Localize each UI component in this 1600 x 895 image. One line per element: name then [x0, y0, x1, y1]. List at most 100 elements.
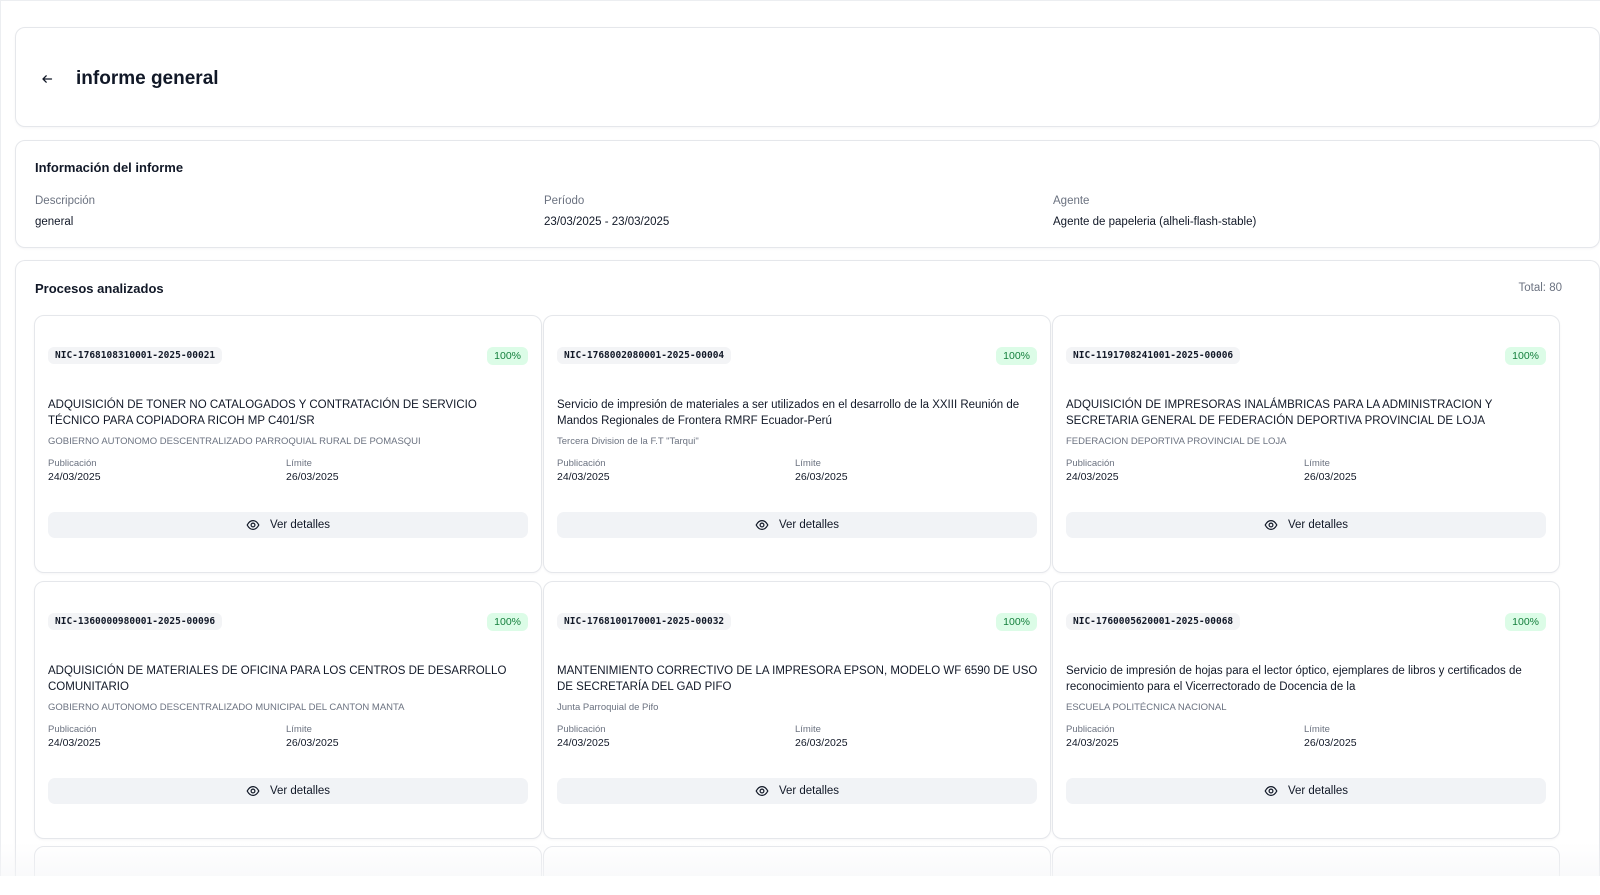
limit-date: 26/03/2025 [286, 737, 339, 749]
view-details-button[interactable]: Ver detalles [48, 778, 528, 804]
process-title: MANTENIMIENTO CORRECTIVO DE LA IMPRESORA… [557, 665, 1038, 693]
limit-date-block: Límite 26/03/2025 [286, 458, 339, 483]
limit-date-block: Límite 26/03/2025 [1304, 458, 1357, 483]
description-field: Descripción general [35, 195, 95, 228]
processes-total: Total: 80 [1518, 282, 1562, 294]
view-details-label: Ver detalles [1287, 519, 1349, 531]
view-details-label: Ver detalles [1287, 785, 1349, 797]
process-organization: Junta Parroquial de Pifo [557, 702, 659, 713]
publication-label: Publicación [557, 458, 606, 469]
period-field: Período 23/03/2025 - 23/03/2025 [544, 195, 669, 228]
limit-label: Límite [286, 458, 312, 469]
process-code-badge: NIC-1760005620001-2025-00068 [1066, 613, 1241, 630]
view-details-button[interactable]: Ver detalles [1066, 512, 1546, 538]
view-details-label: Ver detalles [778, 519, 840, 531]
process-title: Servicio de impresión de hojas para el l… [1066, 665, 1522, 693]
process-card: NIC-1768100170001-2025-00032 100% MANTEN… [543, 581, 1051, 839]
process-card: NIC-1191708241001-2025-00006 100% ADQUIS… [1052, 315, 1560, 573]
view-details-button[interactable]: Ver detalles [557, 778, 1037, 804]
limit-label: Límite [795, 724, 821, 735]
agent-value: Agente de papeleria (alheli-flash-stable… [1053, 216, 1257, 228]
eye-icon [755, 518, 769, 532]
limit-date-block: Límite 26/03/2025 [795, 458, 848, 483]
limit-date: 26/03/2025 [1304, 737, 1357, 749]
page-title: informe general [76, 68, 219, 89]
eye-icon [755, 784, 769, 798]
description-value: general [35, 216, 74, 228]
eye-icon [246, 784, 260, 798]
bottom-edge [0, 876, 1600, 895]
publication-date-block: Publicación 24/03/2025 [1066, 724, 1119, 749]
match-score-badge: 100% [1505, 613, 1546, 631]
period-value: 23/03/2025 - 23/03/2025 [544, 216, 670, 228]
publication-date: 24/03/2025 [48, 737, 101, 749]
publication-label: Publicación [1066, 458, 1115, 469]
match-score-badge: 100% [996, 613, 1037, 631]
agent-label: Agente [1053, 195, 1090, 207]
eye-icon [1264, 518, 1278, 532]
process-code-badge: NIC-1191708241001-2025-00006 [1066, 347, 1241, 364]
agent-field: Agente Agente de papeleria (alheli-flash… [1053, 195, 1256, 228]
process-organization: Tercera Division de la F.T "Tarqui" [557, 436, 699, 447]
period-label: Período [544, 195, 585, 207]
publication-date-block: Publicación 24/03/2025 [48, 458, 101, 483]
publication-label: Publicación [48, 724, 97, 735]
publication-date: 24/03/2025 [557, 737, 610, 749]
process-title: Servicio de impresión de materiales a se… [557, 399, 1020, 427]
eye-icon [246, 518, 260, 532]
process-organization: GOBIERNO AUTONOMO DESCENTRALIZADO MUNICI… [48, 702, 405, 713]
process-organization: ESCUELA POLITÉCNICA NACIONAL [1066, 702, 1227, 713]
publication-label: Publicación [557, 724, 606, 735]
limit-date: 26/03/2025 [1304, 471, 1357, 483]
view-details-label: Ver detalles [269, 519, 331, 531]
publication-label: Publicación [48, 458, 97, 469]
publication-date-block: Publicación 24/03/2025 [557, 458, 610, 483]
processes-section-title: Procesos analizados [35, 281, 164, 296]
view-details-label: Ver detalles [269, 785, 331, 797]
process-card: NIC-1768108310001-2025-00021 100% ADQUIS… [34, 315, 542, 573]
left-border [0, 0, 1, 895]
process-title: ADQUISICIÓN DE TONER NO CATALOGADOS Y CO… [48, 399, 477, 427]
process-card: NIC-1760005620001-2025-00068 100% Servic… [1052, 581, 1560, 839]
header-card: informe general [15, 27, 1600, 127]
process-organization: GOBIERNO AUTONOMO DESCENTRALIZADO PARROQ… [48, 436, 421, 447]
publication-date: 24/03/2025 [1066, 737, 1119, 749]
limit-date-block: Límite 26/03/2025 [286, 724, 339, 749]
limit-date-block: Límite 26/03/2025 [795, 724, 848, 749]
limit-label: Límite [286, 724, 312, 735]
info-section-title: Información del informe [35, 160, 184, 175]
publication-date: 24/03/2025 [1066, 471, 1119, 483]
process-code-badge: NIC-1768100170001-2025-00032 [557, 613, 732, 630]
arrow-left-icon [42, 75, 53, 83]
publication-label: Publicación [1066, 724, 1115, 735]
limit-date: 26/03/2025 [795, 737, 848, 749]
process-title: ADQUISICIÓN DE IMPRESORAS INALÁMBRICAS P… [1066, 399, 1493, 427]
process-card: NIC-1360000980001-2025-00096 100% ADQUIS… [34, 581, 542, 839]
view-details-button[interactable]: Ver detalles [1066, 778, 1546, 804]
match-score-badge: 100% [487, 613, 528, 631]
publication-date-block: Publicación 24/03/2025 [48, 724, 101, 749]
limit-date-block: Límite 26/03/2025 [1304, 724, 1357, 749]
limit-label: Límite [1304, 724, 1330, 735]
process-code-badge: NIC-1360000980001-2025-00096 [48, 613, 223, 630]
limit-label: Límite [1304, 458, 1330, 469]
view-details-button[interactable]: Ver detalles [557, 512, 1037, 538]
back-button[interactable] [38, 70, 56, 88]
view-details-label: Ver detalles [778, 785, 840, 797]
process-title: ADQUISICIÓN DE MATERIALES DE OFICINA PAR… [48, 665, 507, 693]
publication-date-block: Publicación 24/03/2025 [557, 724, 610, 749]
process-card: NIC-1768002080001-2025-00004 100% Servic… [543, 315, 1051, 573]
process-code-badge: NIC-1768002080001-2025-00004 [557, 347, 732, 364]
report-info-card: Información del informe Descripción gene… [15, 140, 1600, 248]
limit-date: 26/03/2025 [795, 471, 848, 483]
publication-date-block: Publicación 24/03/2025 [1066, 458, 1119, 483]
process-organization: FEDERACION DEPORTIVA PROVINCIAL DE LOJA [1066, 436, 1287, 447]
match-score-badge: 100% [487, 347, 528, 365]
limit-label: Límite [795, 458, 821, 469]
limit-date: 26/03/2025 [286, 471, 339, 483]
description-label: Descripción [35, 195, 96, 207]
eye-icon [1264, 784, 1278, 798]
view-details-button[interactable]: Ver detalles [48, 512, 528, 538]
publication-date: 24/03/2025 [48, 471, 101, 483]
top-border [0, 0, 1600, 1]
